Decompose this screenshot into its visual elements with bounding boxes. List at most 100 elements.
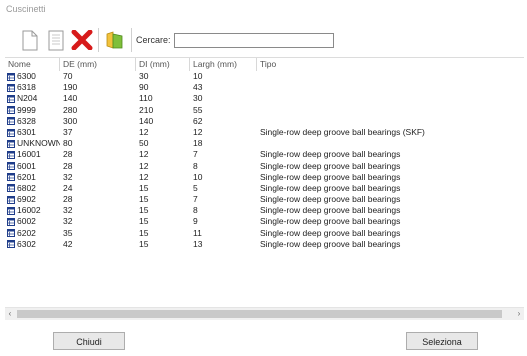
horizontal-scrollbar[interactable]: ‹ ›: [5, 307, 524, 320]
row-largh: 55: [193, 104, 203, 115]
row-de: 280: [63, 104, 78, 115]
table-row-icon: [7, 150, 17, 159]
row-name: 6318: [17, 82, 36, 93]
row-name: 6002: [17, 216, 36, 227]
row-de: 80: [63, 138, 73, 149]
row-di: 15: [139, 238, 149, 249]
row-name: 16002: [17, 205, 41, 216]
table-row-icon: [7, 240, 17, 249]
row-name-cell: 9999: [5, 105, 60, 116]
row-name-cell: 6302: [5, 239, 60, 250]
delete-x-icon[interactable]: [70, 27, 94, 53]
table-row-icon: [7, 128, 17, 137]
close-button[interactable]: Chiudi: [53, 332, 125, 350]
table-row-icon: [7, 195, 17, 204]
row-largh: 5: [193, 182, 198, 193]
row-di: 12: [139, 171, 149, 182]
row-di: 210: [139, 104, 154, 115]
row-name: 6301: [17, 126, 36, 137]
scroll-right-arrow-icon[interactable]: ›: [514, 308, 524, 320]
row-name: 6201: [17, 171, 36, 182]
row-name-cell: 6202: [5, 228, 60, 239]
table-row[interactable]: 6902 28 15 7 Single-row deep groove ball bea…: [5, 194, 524, 205]
search-label: Cercare:: [136, 35, 171, 45]
row-de: 42: [63, 238, 73, 249]
scroll-left-arrow-icon[interactable]: ‹: [5, 308, 15, 320]
row-name-cell: 6002: [5, 216, 60, 227]
row-largh: 43: [193, 82, 203, 93]
table-body: 6300 70 30 10 6318 190 90 43 N204 140 110 30 9999 280…: [5, 71, 524, 250]
row-tipo: [257, 138, 502, 149]
row-tipo: [257, 93, 502, 104]
row-largh: 18: [193, 138, 203, 149]
row-di: 15: [139, 227, 149, 238]
table-row[interactable]: UNKNOWN 380 50 18: [5, 138, 524, 149]
table-row[interactable]: 6328 300 140 62: [5, 116, 524, 127]
table-row[interactable]: 16001 28 12 7 Single-row deep groove ball be…: [5, 149, 524, 160]
row-di: 15: [139, 182, 149, 193]
table-row[interactable]: 6302 42 15 13 Single-row deep groove ball be…: [5, 239, 524, 250]
row-name-cell: 6902: [5, 194, 60, 205]
column-header-de[interactable]: DE (mm): [60, 58, 136, 71]
toolbar-separator: [98, 28, 99, 52]
new-document-icon[interactable]: [18, 27, 42, 53]
row-de: 28: [63, 194, 73, 205]
row-di: 50: [139, 138, 149, 149]
select-button[interactable]: Seleziona: [406, 332, 478, 350]
row-name: 9999: [17, 104, 36, 115]
open-folder-icon[interactable]: [103, 27, 127, 53]
row-tipo: [257, 71, 502, 82]
row-name: N204: [17, 93, 38, 104]
table-row[interactable]: 6301 37 12 12 Single-row deep groove ball be…: [5, 127, 524, 138]
row-largh: 8: [193, 205, 198, 216]
row-tipo: Single-row deep groove ball bearings: [260, 205, 401, 216]
column-header-nome[interactable]: Nome: [5, 58, 60, 71]
row-tipo: Single-row deep groove ball bearings: [260, 160, 401, 171]
row-name-cell: 6318: [5, 82, 60, 93]
table-row[interactable]: 9999 280 210 55: [5, 105, 524, 116]
row-di: 110: [139, 93, 153, 104]
row-name: 6001: [17, 160, 36, 171]
row-largh: 10: [193, 171, 203, 182]
row-largh: 30: [193, 93, 203, 104]
row-di: 12: [139, 126, 149, 137]
list-document-icon[interactable]: [44, 27, 68, 53]
row-name-cell: 6300: [5, 71, 60, 82]
row-name-cell: 6201: [5, 172, 60, 183]
table-header: Nome DE (mm) DI (mm) Largh (mm) Tipo: [5, 58, 524, 71]
row-name: 6802: [17, 182, 36, 193]
row-largh: 7: [193, 194, 198, 205]
table-row[interactable]: N204 140 110 30: [5, 93, 524, 104]
row-name: UNKNOWN 3: [17, 138, 60, 149]
toolbar-separator: [131, 28, 132, 52]
horizontal-scrollbar-thumb[interactable]: [17, 310, 502, 318]
table-row-icon: [7, 218, 17, 227]
column-header-tipo[interactable]: Tipo: [257, 58, 502, 71]
row-di: 15: [139, 216, 149, 227]
table-row[interactable]: 6318 190 90 43: [5, 82, 524, 93]
row-di: 15: [139, 205, 149, 216]
bearings-table: Nome DE (mm) DI (mm) Largh (mm) Tipo 630…: [5, 57, 524, 324]
row-de: 300: [63, 115, 78, 126]
column-header-di[interactable]: DI (mm): [136, 58, 190, 71]
table-row[interactable]: 6201 32 12 10 Single-row deep groove ball be…: [5, 172, 524, 183]
row-name: 6902: [17, 194, 36, 205]
row-tipo: Single-row deep groove ball bearings: [260, 238, 401, 249]
table-row[interactable]: 6001 28 12 8 Single-row deep groove ball bea…: [5, 161, 524, 172]
table-row-icon: [7, 106, 17, 115]
row-name-cell: 6802: [5, 183, 60, 194]
table-row[interactable]: 6802 24 15 5 Single-row deep groove ball bea…: [5, 183, 524, 194]
table-row[interactable]: 6002 32 15 9 Single-row deep groove ball bea…: [5, 216, 524, 227]
column-header-largh[interactable]: Largh (mm): [190, 58, 257, 71]
table-row[interactable]: 6202 35 15 11 Single-row deep groove ball be…: [5, 228, 524, 239]
row-name: 6328: [17, 115, 36, 126]
table-row[interactable]: 16002 32 15 8 Single-row deep groove ball be…: [5, 205, 524, 216]
search-input[interactable]: [173, 32, 334, 48]
row-tipo: Single-row deep groove ball bearings: [260, 216, 401, 227]
row-tipo: [257, 82, 502, 93]
row-name: 6300: [17, 71, 36, 81]
row-tipo: Single-row deep groove ball bearings: [260, 227, 401, 238]
table-row-icon: [7, 206, 17, 215]
table-row[interactable]: 6300 70 30 10: [5, 71, 524, 82]
table-row-icon: [7, 162, 17, 171]
